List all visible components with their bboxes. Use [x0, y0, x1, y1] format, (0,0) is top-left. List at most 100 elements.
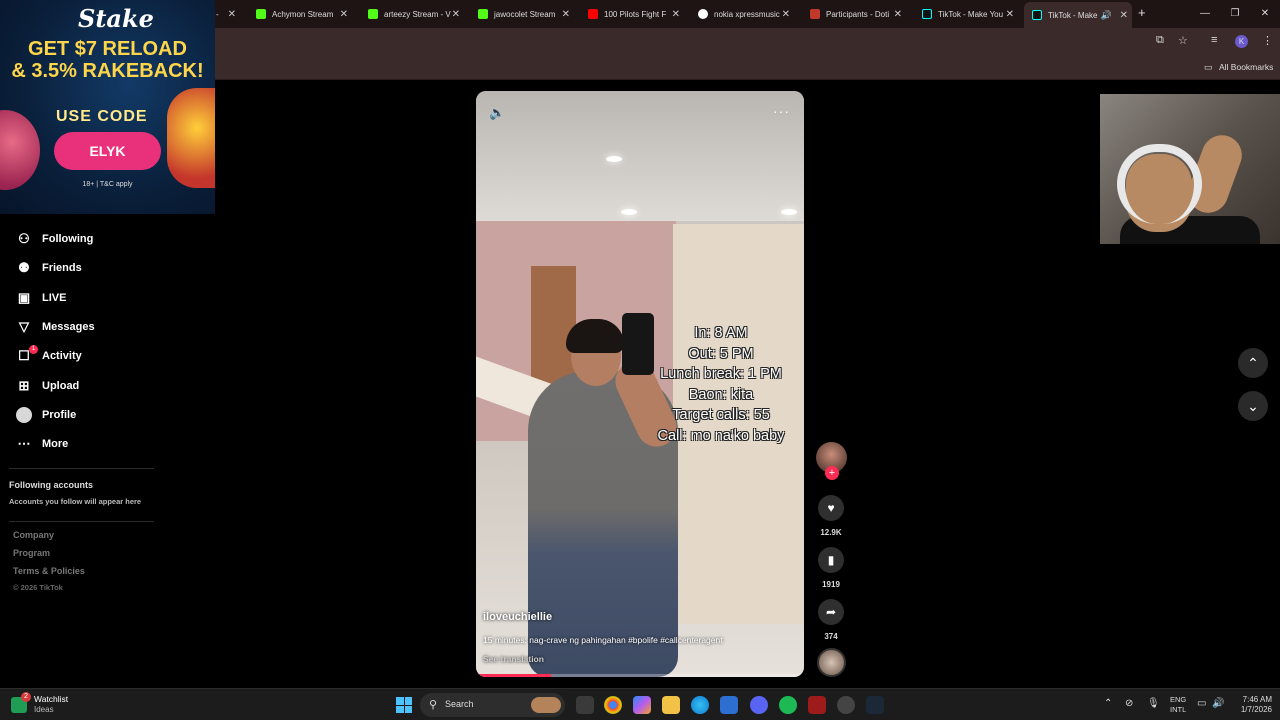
install-app-icon[interactable]: ⧉: [1156, 34, 1164, 47]
sidebar-item-messages[interactable]: ▽ Messages: [16, 317, 95, 337]
close-icon[interactable]: ✕: [340, 9, 348, 20]
dota-icon[interactable]: [808, 696, 826, 714]
browser-tab[interactable]: arteezy Stream - V ✕: [360, 4, 464, 24]
language-layout: INTL: [1170, 705, 1187, 714]
volume-icon[interactable]: 🔈: [489, 105, 505, 121]
tray-network-icon[interactable]: ⊘: [1125, 698, 1133, 709]
tray-chevron-icon[interactable]: ⌃: [1104, 698, 1112, 709]
like-button[interactable]: ♥: [818, 495, 844, 521]
video-player[interactable]: In: 8 AM Out: 5 PM Lunch break: 1 PM Bao…: [476, 91, 804, 677]
profile-avatar[interactable]: K: [1235, 35, 1248, 48]
browser-tab[interactable]: Achymon Stream ✕: [248, 4, 352, 24]
tray-mic-icon[interactable]: 🎙: [1147, 698, 1160, 709]
tray-volume-icon[interactable]: 🔊: [1212, 698, 1224, 709]
more-options-icon[interactable]: ···: [773, 103, 790, 119]
previous-video-button[interactable]: ⌃: [1238, 348, 1268, 378]
browser-tab[interactable]: Participants - Doti ✕: [802, 4, 906, 24]
minimize-icon[interactable]: —: [1190, 0, 1220, 28]
file-explorer-icon[interactable]: [662, 696, 680, 714]
media-control-icon[interactable]: ≡: [1211, 34, 1217, 46]
browser-tab[interactable]: 100 Pilots Fight F ✕: [580, 4, 684, 24]
chrome-icon[interactable]: [604, 696, 622, 714]
browser-tab[interactable]: jawocolet Stream ✕: [470, 4, 574, 24]
obs-icon[interactable]: [837, 696, 855, 714]
see-translation-link[interactable]: See translation: [483, 654, 544, 664]
copyright: © 2026 TikTok: [13, 583, 63, 592]
kick-icon: [368, 9, 378, 19]
close-icon[interactable]: ✕: [452, 9, 460, 20]
language-code: ENG: [1170, 695, 1187, 704]
dotabuff-icon: [810, 9, 820, 19]
close-icon[interactable]: ✕: [562, 9, 570, 20]
close-icon[interactable]: ✕: [894, 9, 902, 20]
bookmark-star-icon[interactable]: ☆: [1178, 34, 1188, 47]
share-count: 374: [824, 632, 838, 641]
spotify-icon[interactable]: [779, 696, 797, 714]
steam-icon[interactable]: [866, 696, 884, 714]
footer-link-program[interactable]: Program: [13, 548, 50, 558]
overlay-line: Out: 5 PM: [688, 345, 754, 362]
tab-title: 100 Pilots Fight F: [604, 9, 667, 19]
task-view-icon[interactable]: [576, 696, 594, 714]
next-video-button[interactable]: ⌄: [1238, 391, 1268, 421]
video-username[interactable]: iloveuchiellie: [483, 611, 552, 623]
share-button[interactable]: ➦: [818, 599, 844, 625]
watchlist-title[interactable]: Watchlist: [34, 694, 68, 704]
windows-start-icon[interactable]: [396, 697, 412, 713]
video-scene-light: [606, 156, 622, 162]
store-icon[interactable]: [720, 696, 738, 714]
close-icon[interactable]: ✕: [672, 9, 680, 20]
overlay-line: In: 8 AM: [694, 325, 748, 341]
speaker-icon[interactable]: 🔊: [1101, 10, 1112, 21]
new-tab-icon[interactable]: +: [1138, 5, 1146, 20]
sidebar-item-profile[interactable]: Profile: [16, 405, 76, 425]
folder-icon: ▭: [1204, 62, 1213, 72]
discord-icon[interactable]: [750, 696, 768, 714]
all-bookmarks-button[interactable]: All Bookmarks: [1219, 62, 1273, 72]
footer-link-terms[interactable]: Terms & Policies: [13, 566, 85, 576]
tab-title: arteezy Stream - V: [384, 9, 451, 19]
live-icon: ▣: [17, 290, 31, 305]
video-overlay-text: In: 8 AM Out: 5 PM Lunch break: 1 PM Bao…: [636, 323, 804, 446]
watchlist-badge: 2: [21, 692, 31, 702]
browser-tab[interactable]: TikTok - Make You ✕: [914, 4, 1018, 24]
chevron-up-icon: ⌃: [1247, 355, 1259, 371]
music-disc[interactable]: [817, 648, 846, 677]
ad-headline-line: GET $7 RELOAD: [28, 38, 187, 60]
overlay-line: Target calls: 55: [672, 407, 770, 423]
sidebar-item-friends[interactable]: ⚉ Friends: [16, 258, 82, 278]
sidebar-item-live[interactable]: ▣ LIVE: [16, 288, 67, 308]
sidebar-item-label: More: [42, 438, 69, 450]
sidebar-item-label: Upload: [42, 380, 80, 392]
follow-plus-icon[interactable]: +: [825, 466, 839, 480]
sidebar-item-following[interactable]: ⚇ Following: [16, 229, 93, 249]
footer-link-company[interactable]: Company: [13, 530, 54, 540]
taskbar-clock[interactable]: 7:46 AM 1/7/2026: [1226, 695, 1272, 715]
browser-tab-active[interactable]: TikTok - Make 🔊 ✕: [1024, 2, 1132, 28]
sidebar-item-upload[interactable]: ⊞ Upload: [16, 376, 80, 396]
close-icon[interactable]: ✕: [1120, 10, 1128, 21]
save-button[interactable]: ▮: [818, 547, 844, 573]
close-icon[interactable]: ✕: [228, 9, 236, 20]
edge-icon[interactable]: [691, 696, 709, 714]
close-icon[interactable]: ✕: [782, 9, 790, 20]
watchlist-subtitle: Ideas: [34, 705, 54, 714]
stake-ad-banner[interactable]: Stake GET $7 RELOAD & 3.5% RAKEBACK! USE…: [0, 0, 215, 214]
save-count: 1919: [822, 580, 840, 589]
browser-tab[interactable]: nokia xpressmusic ✕: [690, 4, 794, 24]
menu-kebab-icon[interactable]: ⋮: [1262, 34, 1273, 47]
sidebar-item-label: Friends: [42, 262, 82, 274]
browser-tab[interactable]: - ✕: [216, 4, 240, 24]
sidebar-item-activity[interactable]: ☐ Activity: [16, 346, 82, 366]
copilot-icon[interactable]: [633, 696, 651, 714]
restore-icon[interactable]: ❐: [1220, 0, 1250, 28]
ad-code-button[interactable]: ELYK: [54, 132, 161, 170]
close-window-icon[interactable]: ✕: [1250, 0, 1280, 28]
sidebar-item-more[interactable]: ⋯ More: [16, 434, 69, 454]
kick-icon: [478, 9, 488, 19]
language-indicator[interactable]: ENG INTL: [1170, 695, 1186, 715]
activity-badge: 1: [29, 345, 38, 354]
close-icon[interactable]: ✕: [1006, 9, 1014, 20]
tray-display-icon[interactable]: ▭: [1197, 698, 1206, 709]
taskbar-search[interactable]: ⚲ Search: [420, 693, 565, 717]
